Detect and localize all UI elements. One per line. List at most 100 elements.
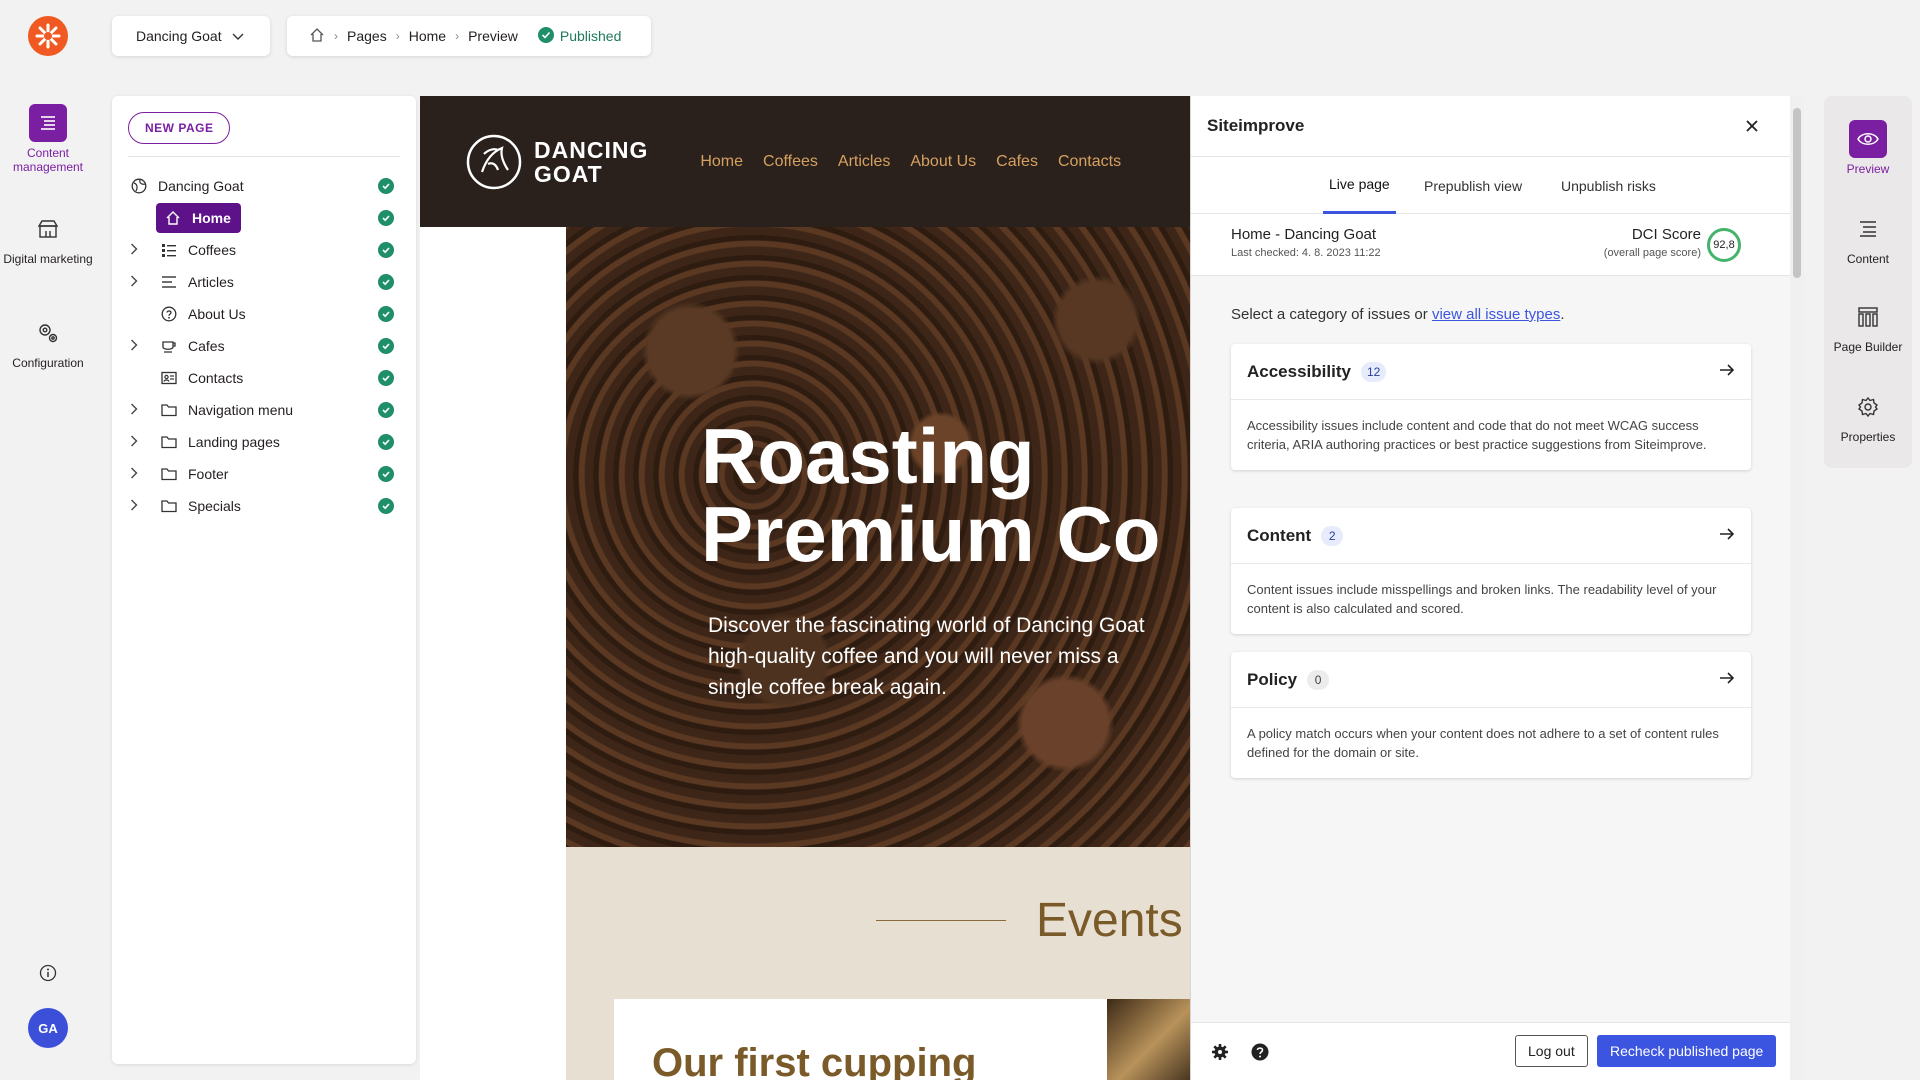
arrow-right-icon[interactable] <box>1719 361 1735 382</box>
site-nav-coffees[interactable]: Coffees <box>763 153 818 171</box>
category-prompt-end: . <box>1560 306 1565 323</box>
right-rail: Preview Content Page Builder Properties <box>1824 96 1912 468</box>
accessibility-card[interactable]: Accessibility 12 Accessibility issues in… <box>1231 344 1751 470</box>
chevron-right-icon[interactable] <box>130 434 146 450</box>
site-selector-label: Dancing Goat <box>136 28 222 44</box>
chevron-right-icon[interactable] <box>130 242 146 258</box>
xperience-logo[interactable] <box>28 16 68 56</box>
tab-prepublish-view[interactable]: Prepublish view <box>1424 157 1522 214</box>
content-card[interactable]: Content 2 Content issues include misspel… <box>1231 508 1751 634</box>
site-selector[interactable]: Dancing Goat <box>112 16 270 56</box>
card-header[interactable]: Policy 0 <box>1231 652 1751 708</box>
logo-icon <box>35 23 61 49</box>
card-header[interactable]: Accessibility 12 <box>1231 344 1751 400</box>
info-icon[interactable] <box>39 964 57 982</box>
home-icon <box>164 209 182 227</box>
tab-live-page[interactable]: Live page <box>1323 157 1396 214</box>
siteimprove-title: Siteimprove <box>1207 116 1305 135</box>
eye-icon <box>1849 120 1887 158</box>
breadcrumb-pages[interactable]: Pages <box>347 28 387 44</box>
site-nav-cafes[interactable]: Cafes <box>996 153 1038 171</box>
rail-preview[interactable]: Preview <box>1824 120 1912 176</box>
home-icon[interactable] <box>309 27 325 46</box>
tree-item-home[interactable]: Home <box>112 202 416 234</box>
page-info: Home - Dancing Goat Last checked: 4. 8. … <box>1191 214 1791 276</box>
log-out-button[interactable]: Log out <box>1515 1035 1588 1067</box>
arrow-right-icon[interactable] <box>1719 669 1735 690</box>
logo-line-1: DANCING <box>534 136 649 163</box>
breadcrumb-home[interactable]: Home <box>409 28 446 44</box>
siteimprove-tabs: Live page Prepublish view Unpublish risk… <box>1191 156 1791 214</box>
tab-unpublish-risks[interactable]: Unpublish risks <box>1561 157 1656 214</box>
tree-item-about-us[interactable]: About Us <box>112 298 416 330</box>
rail-properties[interactable]: Properties <box>1824 388 1912 444</box>
hero-banner: Roasting Premium Co Discover the fascina… <box>566 227 1190 847</box>
site-nav-contacts[interactable]: Contacts <box>1058 153 1121 171</box>
settings-icon[interactable] <box>1211 1043 1229 1061</box>
chevron-right-icon[interactable] <box>130 274 146 290</box>
chevron-right-icon[interactable] <box>130 338 146 354</box>
published-check-icon <box>378 466 394 482</box>
tree-item-label: Navigation menu <box>188 402 294 418</box>
arrow-right-icon[interactable] <box>1719 525 1735 546</box>
site-nav-articles[interactable]: Articles <box>838 153 890 171</box>
site-logo[interactable]: DANCING GOAT <box>466 134 648 190</box>
tree-item-footer[interactable]: Footer <box>112 458 416 490</box>
site-header: DANCING GOAT Home Coffees Articles About… <box>420 96 1190 227</box>
folder-icon <box>160 465 178 483</box>
published-check-icon <box>378 210 394 226</box>
rail-page-builder[interactable]: Page Builder <box>1824 298 1912 354</box>
close-icon[interactable] <box>1745 116 1759 139</box>
site-nav-about-us[interactable]: About Us <box>910 153 976 171</box>
card-title: Policy <box>1247 669 1298 689</box>
tree-item-navigation-menu[interactable]: Navigation menu <box>112 394 416 426</box>
breadcrumb-separator: › <box>395 29 400 43</box>
tree-item-coffees[interactable]: Coffees <box>112 234 416 266</box>
breadcrumb-separator: › <box>334 29 338 43</box>
hero-title-line-2: Premium Co <box>701 490 1161 578</box>
event-card-title: Our first cupping <box>652 1041 977 1080</box>
rail-content-management[interactable]: Content management <box>0 104 96 174</box>
site-nav-home[interactable]: Home <box>700 153 743 171</box>
view-all-issue-types-link[interactable]: view all issue types <box>1432 306 1560 323</box>
card-header[interactable]: Content 2 <box>1231 508 1751 564</box>
gear-icon <box>1849 388 1887 426</box>
issue-count-badge: 2 <box>1321 525 1344 546</box>
tree-item-specials[interactable]: Specials <box>112 490 416 522</box>
rail-content[interactable]: Content <box>1824 210 1912 266</box>
tree-item-landing-pages[interactable]: Landing pages <box>112 426 416 458</box>
scroll-thumb[interactable] <box>1793 108 1801 278</box>
policy-card[interactable]: Policy 0 A policy match occurs when your… <box>1231 652 1751 778</box>
tree-item-selected[interactable]: Home <box>156 203 241 233</box>
chevron-right-icon[interactable] <box>130 466 146 482</box>
globe-icon <box>130 177 148 195</box>
published-check-icon <box>378 370 394 386</box>
help-icon[interactable] <box>1251 1043 1269 1061</box>
contact-card-icon <box>160 369 178 387</box>
scrollbar[interactable] <box>1790 96 1804 1080</box>
rail-configuration[interactable]: Configuration <box>0 314 96 370</box>
user-avatar[interactable]: GA <box>28 1008 68 1048</box>
new-page-button[interactable]: NEW PAGE <box>128 112 231 144</box>
published-check-icon <box>378 402 394 418</box>
tree-item-cafes[interactable]: Cafes <box>112 330 416 362</box>
rail-digital-marketing[interactable]: Digital marketing <box>0 210 96 266</box>
siteimprove-panel: Siteimprove Live page Prepublish view Un… <box>1190 96 1791 1080</box>
category-prompt-text: Select a category of issues or <box>1231 306 1432 323</box>
published-check-icon <box>378 242 394 258</box>
dci-score-subtitle: (overall page score) <box>1603 247 1701 259</box>
recheck-published-page-button[interactable]: Recheck published page <box>1597 1035 1777 1067</box>
divider <box>128 156 400 157</box>
card-description: A policy match occurs when your content … <box>1247 726 1719 760</box>
divider <box>876 920 1006 921</box>
breadcrumb-separator: › <box>455 29 460 43</box>
published-check-icon <box>378 338 394 354</box>
tree-item-root[interactable]: Dancing Goat <box>112 170 416 202</box>
chevron-right-icon[interactable] <box>130 402 146 418</box>
tree-item-label: Contacts <box>188 370 244 386</box>
tree-item-contacts[interactable]: Contacts <box>112 362 416 394</box>
chevron-right-icon[interactable] <box>130 498 146 514</box>
event-card[interactable]: Our first cupping <box>614 999 1107 1080</box>
breadcrumb: › Pages › Home › Preview Published <box>287 16 651 56</box>
tree-item-articles[interactable]: Articles <box>112 266 416 298</box>
